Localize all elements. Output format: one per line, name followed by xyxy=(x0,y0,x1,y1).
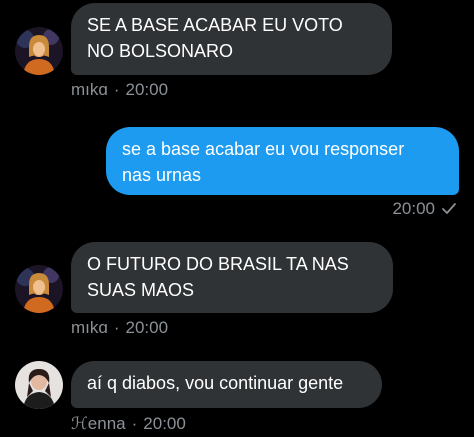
avatar[interactable] xyxy=(15,361,63,409)
message-bubble[interactable]: O FUTURO DO BRASIL TA NAS SUAS MAOS xyxy=(71,242,393,313)
avatar-mika-image xyxy=(15,27,63,75)
sender-name: ℋenna xyxy=(71,414,126,433)
message-bubble[interactable]: aí q diabos, vou continuar gente xyxy=(71,361,382,408)
message-meta: mıkɑ · 20:00 xyxy=(71,80,168,100)
timestamp: 20:00 xyxy=(143,414,186,433)
message-meta: 20:00 xyxy=(392,199,457,221)
avatar-henna-image xyxy=(15,361,63,409)
timestamp: 20:00 xyxy=(125,318,169,337)
timestamp: 20:00 xyxy=(392,199,435,218)
message-bubble[interactable]: SE A BASE ACABAR EU VOTO NO BOLSONARO xyxy=(71,3,392,75)
sender-name: mıkɑ xyxy=(71,80,108,99)
message-meta: mıkɑ · 20:00 xyxy=(71,318,168,338)
timestamp: 20:00 xyxy=(125,80,169,99)
check-icon xyxy=(441,201,457,221)
avatar[interactable] xyxy=(15,27,63,75)
meta-separator: · xyxy=(113,80,120,99)
message-meta: ℋenna · 20:00 xyxy=(71,414,186,434)
meta-separator: · xyxy=(131,414,138,433)
avatar-mika-image xyxy=(15,265,63,313)
message-bubble[interactable]: se a base acabar eu vou responser nas ur… xyxy=(106,127,459,195)
avatar[interactable] xyxy=(15,265,63,313)
meta-separator: · xyxy=(113,318,120,337)
sender-name: mıkɑ xyxy=(71,318,108,337)
